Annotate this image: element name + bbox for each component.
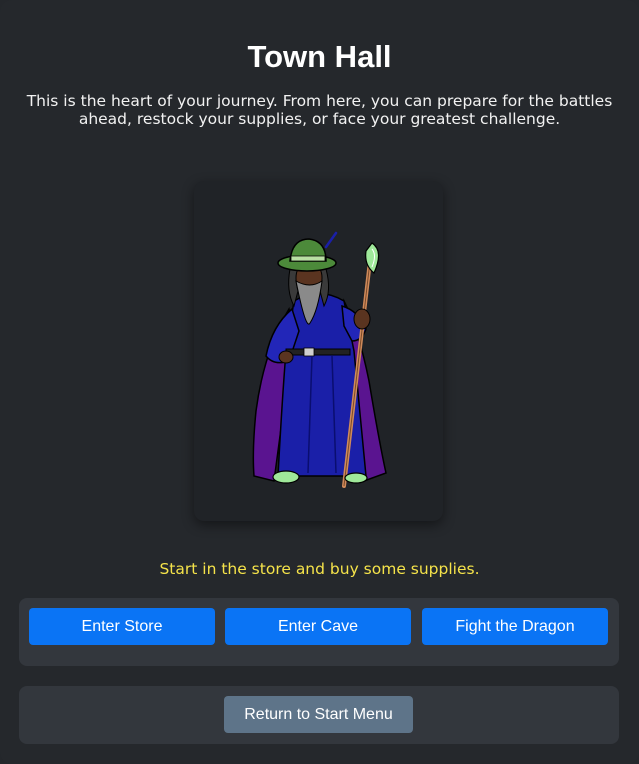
enter-cave-button[interactable]: Enter Cave	[225, 608, 411, 645]
wizard-icon	[252, 231, 387, 488]
return-to-start-menu-button[interactable]: Return to Start Menu	[224, 696, 413, 733]
enter-store-button[interactable]: Enter Store	[29, 608, 215, 645]
portrait-card	[194, 181, 443, 521]
intro-text: This is the heart of your journey. From …	[26, 92, 613, 128]
menu-bar: Return to Start Menu	[19, 686, 619, 744]
fight-dragon-button[interactable]: Fight the Dragon	[422, 608, 608, 645]
town-hall-panel: Town Hall This is the heart of your jour…	[0, 0, 639, 764]
action-bar: Enter Store Enter Cave Fight the Dragon	[19, 598, 619, 666]
status-message: Start in the store and buy some supplies…	[159, 560, 480, 578]
page-title: Town Hall	[247, 39, 392, 74]
